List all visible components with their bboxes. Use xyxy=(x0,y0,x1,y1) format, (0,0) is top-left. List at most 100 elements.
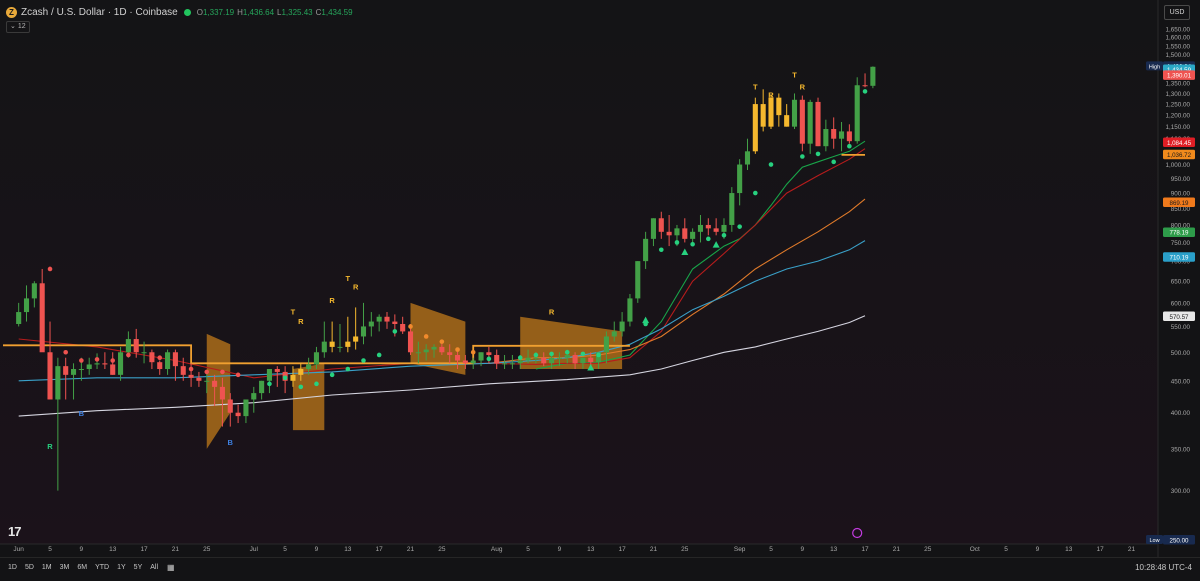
price-tick-label: 550.00 xyxy=(1171,324,1191,331)
price-badge-value: 250.00 xyxy=(1170,537,1189,544)
time-tick-label: 21 xyxy=(893,546,901,553)
candle-body xyxy=(439,346,445,353)
price-badge: 778.19 xyxy=(1163,227,1195,237)
candle-body xyxy=(784,115,790,127)
signal-dot xyxy=(392,329,398,334)
range-button-6m[interactable]: 6M xyxy=(77,564,87,571)
candle-body xyxy=(556,357,562,359)
indicators-toggle-button[interactable]: ⌄ 12 xyxy=(6,21,30,33)
symbol-title[interactable]: Zcash / U.S. Dollar · 1D · Coinbase xyxy=(21,7,178,18)
candle-body xyxy=(86,364,92,370)
candle-body xyxy=(94,363,100,365)
candle-body xyxy=(690,231,696,239)
candle-body xyxy=(721,224,727,232)
candle-body xyxy=(274,369,280,372)
time-tick-label: Oct xyxy=(970,546,980,553)
price-tick-label: 900.00 xyxy=(1171,191,1191,198)
range-button-ytd[interactable]: YTD xyxy=(95,564,109,571)
candle-body xyxy=(588,357,594,363)
candle-body xyxy=(423,349,429,353)
candle-body xyxy=(188,374,194,378)
currency-button[interactable]: USD xyxy=(1164,5,1190,20)
price-tick-label: 1,650.00 xyxy=(1165,26,1190,33)
price-badge: Low 250.00 xyxy=(1146,535,1195,545)
candle-body xyxy=(643,238,649,262)
candle-body xyxy=(807,101,813,144)
signal-dot xyxy=(423,334,429,339)
signal-dot xyxy=(517,355,523,361)
signal-label: R xyxy=(47,442,53,451)
price-tick-label: 1,500.00 xyxy=(1165,52,1190,59)
signal-dot xyxy=(408,324,413,329)
time-tick-label: 17 xyxy=(376,546,384,553)
candle-body xyxy=(251,393,257,400)
time-tick-label: 25 xyxy=(924,546,932,553)
time-tick-label: 5 xyxy=(1004,546,1008,553)
candle-body xyxy=(102,363,108,365)
range-button-1y[interactable]: 1Y xyxy=(117,564,126,571)
signal-dot xyxy=(110,358,116,363)
candle-body xyxy=(713,228,719,232)
signal-dot xyxy=(220,369,225,375)
time-tick-label: 17 xyxy=(140,546,148,553)
candle-body xyxy=(737,164,743,194)
candle-body xyxy=(838,131,845,139)
symbol-header[interactable]: Z Zcash / U.S. Dollar · 1D · Coinbase O1… xyxy=(6,5,356,19)
time-tick-label: 17 xyxy=(618,546,626,553)
signal-dot xyxy=(706,236,711,242)
candle-body xyxy=(259,380,265,394)
candle-body xyxy=(376,316,382,322)
signal-dot xyxy=(282,375,288,381)
range-button-1m[interactable]: 1M xyxy=(42,564,52,571)
time-tick-label: 13 xyxy=(587,546,595,553)
candle-body xyxy=(517,360,523,364)
price-tick-label: 1,000.00 xyxy=(1165,162,1190,169)
range-button-5d[interactable]: 5D xyxy=(25,564,34,571)
candle-body xyxy=(768,97,774,127)
time-tick-label: 5 xyxy=(48,546,52,553)
range-button-1d[interactable]: 1D xyxy=(8,564,17,571)
range-button-5y[interactable]: 5Y xyxy=(134,564,143,571)
clock[interactable]: 10:28:48 UTC-4 xyxy=(1135,563,1192,572)
time-tick-label: 13 xyxy=(109,546,117,553)
time-tick-label: Aug xyxy=(491,546,503,553)
candle-body xyxy=(729,193,735,225)
signal-dot xyxy=(690,241,695,247)
range-selector: 1D 5D 1M 3M 6M YTD 1Y 5Y All xyxy=(0,564,158,571)
candle-body xyxy=(157,362,163,370)
price-tick-label: 1,150.00 xyxy=(1165,124,1190,131)
range-button-3m[interactable]: 3M xyxy=(60,564,70,571)
time-tick-label: 13 xyxy=(1065,546,1073,553)
signal-dot xyxy=(737,224,742,229)
chart-canvas[interactable]: 1,650.001,600.001,550.001,500.001,450.00… xyxy=(0,0,1200,576)
calendar-range-icon[interactable]: ▦ xyxy=(167,563,175,572)
price-badge-value: 570.57 xyxy=(1170,314,1189,321)
signal-dot xyxy=(862,89,868,94)
signal-dot xyxy=(298,384,304,390)
candle-body xyxy=(572,354,578,364)
market-open-icon xyxy=(183,8,191,16)
signal-dot xyxy=(815,151,821,157)
candle-body xyxy=(133,339,139,353)
candle-body xyxy=(799,99,805,144)
time-tick-label: 21 xyxy=(407,546,415,553)
candle-body xyxy=(870,66,876,86)
chart-area[interactable]: 1,650.001,600.001,550.001,500.001,450.00… xyxy=(0,0,1200,576)
ohlc-value-c: 1,434.59 xyxy=(321,7,353,17)
time-tick-label: Jul xyxy=(250,546,259,553)
candle-body xyxy=(353,336,359,342)
time-tick-label: 25 xyxy=(203,546,211,553)
signal-dot xyxy=(94,357,100,362)
price-tick-label: 1,350.00 xyxy=(1165,81,1190,88)
candle-body xyxy=(306,364,312,370)
signal-dot xyxy=(126,352,131,358)
time-tick-label: 5 xyxy=(526,546,530,553)
time-tick-label: 5 xyxy=(769,546,773,553)
range-button-all[interactable]: All xyxy=(150,564,158,571)
time-tick-label: 21 xyxy=(172,546,180,553)
candle-body xyxy=(63,366,69,375)
candle-body xyxy=(149,352,155,363)
candle-body xyxy=(165,352,171,370)
tradingview-logo: 17 xyxy=(8,524,22,539)
price-tick-label: 1,200.00 xyxy=(1165,113,1190,120)
